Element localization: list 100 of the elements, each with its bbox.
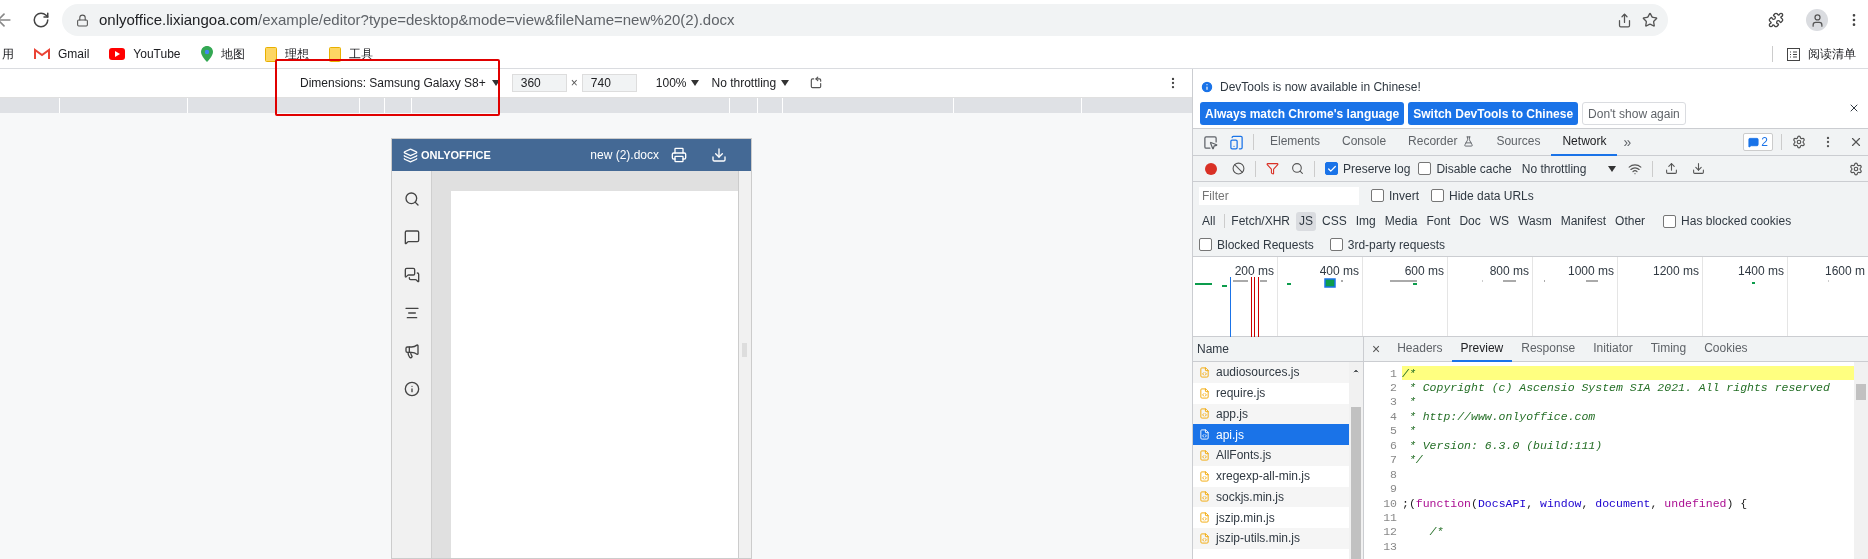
- bookmark-item[interactable]: YouTube: [109, 45, 181, 63]
- scrollbar[interactable]: [1854, 362, 1868, 559]
- detail-tab[interactable]: Cookies: [1695, 336, 1757, 362]
- inspect-icon[interactable]: [1203, 134, 1218, 150]
- record-icon[interactable]: [1205, 162, 1217, 175]
- filter-icon[interactable]: [1266, 162, 1279, 175]
- devtools-tab[interactable]: Recorder: [1397, 128, 1486, 156]
- device-dropdown[interactable]: Dimensions: Samsung Galaxy S8+: [300, 74, 500, 92]
- share-icon[interactable]: [1617, 12, 1632, 28]
- detail-tab[interactable]: Headers: [1388, 336, 1452, 362]
- type-filter-button[interactable]: Media: [1381, 211, 1421, 231]
- request-name: sockjs.min.js: [1216, 488, 1284, 506]
- type-filter-button[interactable]: Doc: [1456, 211, 1484, 231]
- type-filter-button[interactable]: Fetch/XHR: [1228, 211, 1294, 231]
- search-icon[interactable]: [1291, 162, 1304, 175]
- request-name: require.js: [1216, 385, 1266, 403]
- network-conditions-icon[interactable]: [1628, 161, 1643, 176]
- devtools-tab[interactable]: Elements: [1259, 128, 1332, 156]
- bookmark-item[interactable]: 地图: [200, 45, 245, 63]
- request-name: AllFonts.js: [1216, 447, 1272, 465]
- bookmark-item[interactable]: 理想: [264, 45, 309, 63]
- close-icon[interactable]: [1848, 102, 1860, 114]
- print-icon[interactable]: [671, 147, 687, 163]
- address-bar[interactable]: onlyoffice.lixiangoa.com/example/editor?type=desktop&mode=view&fileName=new%20(2).docx: [62, 4, 1668, 36]
- height-field[interactable]: 740: [581, 74, 637, 92]
- scrollbar[interactable]: [738, 171, 751, 558]
- throttling-dropdown[interactable]: No throttling: [1521, 159, 1617, 178]
- zoom-dropdown[interactable]: 100%: [655, 74, 700, 92]
- type-filter-button[interactable]: JS: [1296, 211, 1317, 231]
- close-icon[interactable]: [1849, 135, 1863, 149]
- notice-button[interactable]: Switch DevTools to Chinese: [1408, 102, 1579, 125]
- column-header[interactable]: Name: [1197, 340, 1229, 358]
- checkbox[interactable]: [1325, 162, 1338, 175]
- type-filter-button[interactable]: Font: [1423, 211, 1454, 231]
- type-filter-button[interactable]: Img: [1352, 211, 1379, 231]
- clear-icon[interactable]: [1232, 162, 1245, 175]
- request-row[interactable]: AllFonts.js: [1193, 445, 1349, 466]
- devtools-tab[interactable]: Console: [1331, 128, 1398, 156]
- settings-icon[interactable]: [1792, 135, 1806, 149]
- reload-icon[interactable]: [32, 11, 50, 29]
- reading-list-icon[interactable]: [1787, 47, 1800, 61]
- request-row[interactable]: jszip-utils.min.js: [1193, 528, 1349, 549]
- download-icon[interactable]: [711, 147, 727, 163]
- info-icon[interactable]: [403, 381, 420, 397]
- line-number: 9: [1389, 481, 1398, 498]
- throttling-dropdown[interactable]: No throttling: [711, 74, 790, 92]
- import-icon[interactable]: [1665, 162, 1679, 175]
- close-panel-button[interactable]: ×: [1372, 338, 1381, 360]
- time-tick-label: 400 ms: [1319, 264, 1359, 278]
- search-icon[interactable]: [403, 191, 420, 207]
- checkbox[interactable]: [1431, 189, 1444, 202]
- checkbox[interactable]: [1329, 238, 1343, 251]
- code-line: * Version: 6.3.0 (build:111): [1407, 438, 1604, 453]
- notice-button[interactable]: Don't show again: [1582, 102, 1686, 125]
- bookmark-item[interactable]: 用: [2, 45, 14, 63]
- type-filter-button[interactable]: CSS: [1319, 211, 1350, 231]
- device-toggle-icon[interactable]: [1229, 134, 1244, 150]
- profile-avatar[interactable]: [1806, 9, 1828, 31]
- checkbox[interactable]: [1371, 189, 1384, 202]
- star-icon[interactable]: [1642, 12, 1658, 28]
- flask-icon: [1463, 135, 1475, 147]
- megaphone-icon[interactable]: [403, 343, 420, 359]
- bookmark-item[interactable]: 工具: [328, 45, 373, 63]
- extensions-icon[interactable]: [1768, 12, 1784, 28]
- filter-field[interactable]: Filter: [1199, 186, 1359, 205]
- notice-button[interactable]: Always match Chrome's language: [1200, 102, 1405, 125]
- request-row[interactable]: app.js: [1193, 403, 1349, 425]
- rotate-icon[interactable]: [809, 76, 824, 90]
- bookmark-item[interactable]: Gmail: [34, 45, 90, 63]
- settings-icon[interactable]: [1849, 161, 1863, 176]
- request-row[interactable]: audiosources.js: [1193, 362, 1349, 383]
- devtools-tab[interactable]: Sources: [1485, 128, 1552, 156]
- checkbox[interactable]: [1663, 214, 1677, 228]
- request-row[interactable]: api.js: [1193, 424, 1349, 445]
- checkbox[interactable]: [1418, 162, 1432, 175]
- type-filter-button[interactable]: All: [1199, 211, 1219, 231]
- export-icon[interactable]: [1692, 162, 1706, 175]
- comment-icon[interactable]: [403, 229, 420, 245]
- detail-tab[interactable]: Preview: [1451, 336, 1513, 362]
- request-row[interactable]: sockjs.min.js: [1193, 486, 1349, 508]
- scrollbar[interactable]: [1349, 362, 1363, 559]
- line-number: 6: [1389, 437, 1398, 454]
- script-file-icon: [1199, 366, 1210, 378]
- line-number: 12: [1382, 524, 1398, 541]
- more-tabs[interactable]: »: [1623, 131, 1632, 153]
- issues-badge[interactable]: 2: [1743, 133, 1773, 151]
- detail-tab[interactable]: Response: [1512, 336, 1585, 362]
- type-filter-button[interactable]: Manifest: [1557, 211, 1610, 231]
- type-filter-button[interactable]: Wasm: [1515, 211, 1555, 231]
- align-icon[interactable]: [403, 305, 420, 321]
- detail-tab[interactable]: Initiator: [1584, 336, 1642, 362]
- scroll-up-icon[interactable]: [1352, 367, 1360, 375]
- chat-icon[interactable]: [403, 267, 420, 283]
- detail-tab[interactable]: Timing: [1641, 336, 1696, 362]
- request-name: app.js: [1216, 405, 1249, 423]
- checkbox[interactable]: [1199, 238, 1212, 251]
- width-field[interactable]: 360: [511, 74, 567, 92]
- type-filter-button[interactable]: Other: [1612, 211, 1649, 231]
- type-filter-button[interactable]: WS: [1486, 211, 1513, 231]
- reading-list-label[interactable]: 阅读清单: [1808, 45, 1856, 63]
